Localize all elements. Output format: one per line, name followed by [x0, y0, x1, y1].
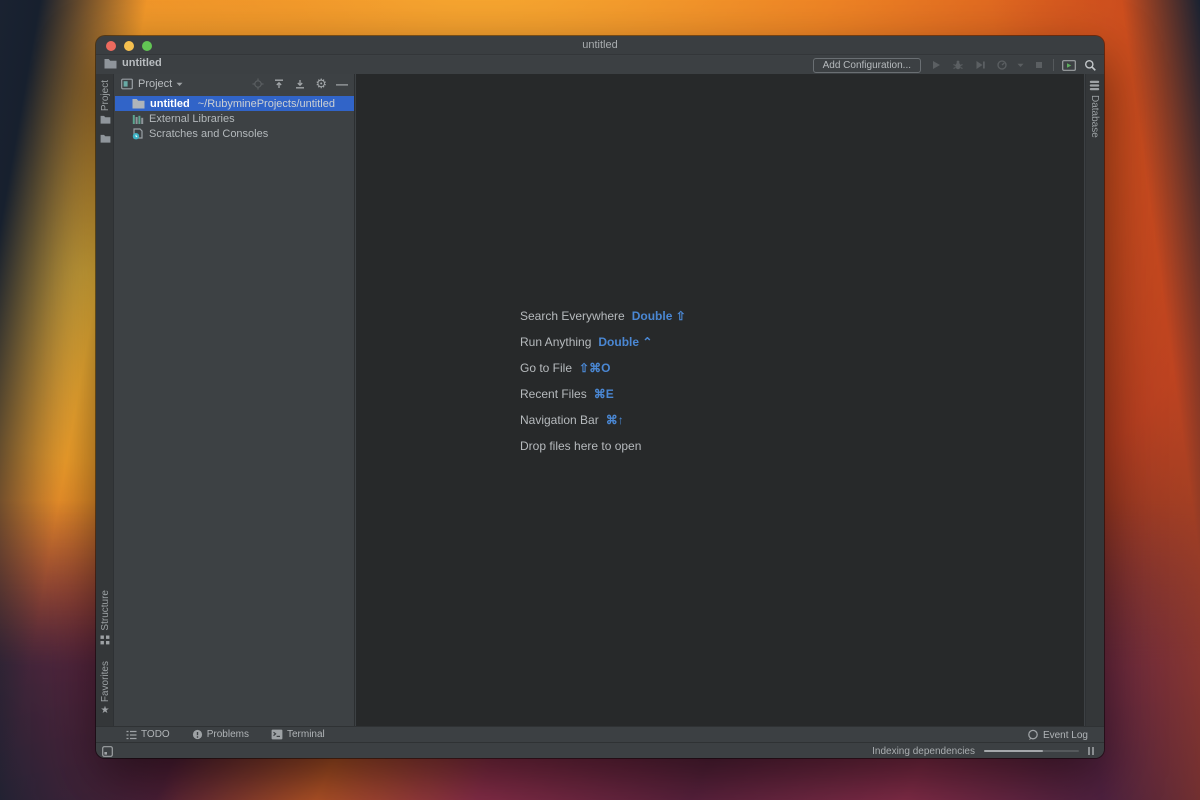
stop-icon[interactable]	[1031, 58, 1046, 72]
shortcut-row: Navigation Bar ⌘↑	[520, 407, 686, 433]
window-title: untitled	[582, 39, 618, 51]
toolwindow-tab-todo[interactable]: TODO	[126, 729, 170, 740]
toolwindow-tab-event-log[interactable]: Event Log	[1027, 727, 1088, 743]
breadcrumb[interactable]: untitled	[104, 57, 162, 69]
shortcut-keys: ⇧⌘O	[579, 361, 611, 375]
shortcut-row: Go to File ⇧⌘O	[520, 355, 686, 381]
main-area: Project Structure Favorites ★ Project ⚙ …	[96, 74, 1104, 726]
database-icon	[1089, 80, 1100, 91]
toolbar-separator	[1053, 59, 1054, 71]
toolwindow-tab-label: TODO	[141, 729, 170, 740]
tree-item-name: untitled	[150, 97, 190, 110]
project-view-icon	[121, 78, 133, 90]
toolwindow-tab-terminal[interactable]: Terminal	[271, 729, 325, 740]
profiler-icon[interactable]	[994, 58, 1009, 72]
database-tab-label: Database	[1089, 95, 1100, 138]
main-toolbar: untitled Add Configuration...	[96, 56, 1104, 74]
ide-window-icon[interactable]	[1061, 58, 1076, 72]
sidebar-tab-structure[interactable]: Structure	[100, 590, 111, 645]
project-panel-header: Project ⚙ —	[115, 74, 354, 94]
left-toolwindow-bar: Project Structure Favorites ★	[96, 74, 114, 726]
folder-icon	[100, 134, 111, 143]
folder-icon	[132, 98, 145, 109]
folder-icon	[104, 58, 117, 69]
indexing-progress-fill	[984, 750, 1043, 752]
shortcut-row: Search Everywhere Double ⇧	[520, 303, 686, 329]
toolwindow-tab-problems[interactable]: Problems	[192, 729, 249, 740]
tree-row-external-libraries[interactable]: External Libraries	[115, 111, 354, 126]
run-icon[interactable]	[928, 58, 943, 72]
tree-item-name: External Libraries	[149, 112, 235, 125]
toolwindow-tab-label: Terminal	[286, 729, 325, 740]
indexing-label: Indexing dependencies	[872, 745, 975, 757]
shortcut-keys: ⌘E	[593, 387, 614, 401]
project-toolwindow: Project ⚙ — untitled ~/RubymineProjects/…	[115, 74, 355, 726]
tree-row-untitled[interactable]: untitled ~/RubymineProjects/untitled	[115, 96, 354, 111]
shortcut-row: Run Anything Double ⌃	[520, 329, 686, 355]
run-with-coverage-icon[interactable]	[972, 58, 987, 72]
structure-tab-label: Structure	[99, 590, 111, 631]
add-configuration-button[interactable]: Add Configuration...	[812, 57, 921, 73]
project-tree: untitled ~/RubymineProjects/untitled Ext…	[115, 96, 354, 141]
pause-indexing-button[interactable]	[1088, 747, 1094, 755]
project-tab-label: Project	[99, 80, 111, 112]
favorites-tab-label: Favorites	[99, 660, 111, 702]
shortcut-label: Go to File	[520, 361, 573, 375]
status-bar: Indexing dependencies	[96, 742, 1104, 758]
star-icon: ★	[100, 705, 110, 716]
project-folder-icon	[100, 115, 111, 124]
shortcut-hints: Search Everywhere Double ⇧ Run Anything Do…	[520, 303, 686, 459]
library-icon	[132, 113, 144, 125]
toolwindow-tab-label: Event Log	[1042, 729, 1088, 741]
zoom-button[interactable]	[142, 41, 152, 51]
tree-item-name: Scratches and Consoles	[149, 127, 269, 140]
close-button[interactable]	[106, 41, 116, 51]
hide-panel-icon[interactable]: —	[336, 78, 348, 90]
debug-icon[interactable]	[950, 58, 965, 72]
locate-file-icon[interactable]	[252, 78, 264, 90]
indexing-progress-bar	[984, 750, 1079, 752]
shortcut-label: Navigation Bar	[520, 413, 599, 427]
terminal-icon	[271, 729, 283, 740]
tree-item-path: ~/RubymineProjects/untitled	[197, 97, 335, 110]
sidebar-tab-favorites[interactable]: Favorites ★	[100, 661, 111, 716]
shortcut-label: Recent Files	[520, 387, 587, 401]
shortcut-label: Search Everywhere	[520, 309, 625, 323]
event-log-icon	[1027, 729, 1039, 741]
shortcut-label: Run Anything	[520, 335, 592, 349]
project-panel-actions: ⚙ —	[252, 77, 348, 90]
rubymine-window: untitled untitled Add Configuration... P…	[96, 36, 1104, 758]
chevron-down-icon[interactable]	[176, 82, 183, 87]
collapse-all-icon[interactable]	[294, 78, 306, 90]
todo-list-icon	[126, 730, 137, 740]
shortcut-keys: Double ⌃	[598, 335, 653, 349]
breadcrumb-project-name: untitled	[122, 57, 162, 69]
structure-icon	[100, 635, 110, 645]
minimize-button[interactable]	[124, 41, 134, 51]
problems-icon	[192, 729, 203, 740]
drop-files-hint: Drop files here to open	[520, 439, 642, 453]
editor-area: Search Everywhere Double ⇧ Run Anything Do…	[356, 74, 1084, 726]
gear-icon[interactable]: ⚙	[315, 77, 327, 90]
profiler-dropdown-icon[interactable]	[1016, 58, 1024, 72]
traffic-lights	[106, 41, 152, 51]
toolwindow-toggle-icon[interactable]	[102, 746, 113, 757]
tree-row-scratches[interactable]: Scratches and Consoles	[115, 126, 354, 141]
sidebar-tab-database[interactable]: Database	[1089, 80, 1100, 138]
sidebar-tab-project[interactable]: Project	[100, 80, 111, 124]
shortcut-keys: ⌘↑	[605, 413, 624, 427]
toolwindow-tab-label: Problems	[206, 729, 249, 740]
expand-all-icon[interactable]	[273, 78, 285, 90]
titlebar: untitled	[96, 36, 1104, 55]
toolbar-actions: Add Configuration...	[812, 56, 1098, 74]
scratches-icon	[132, 127, 144, 140]
right-toolwindow-bar: Database	[1085, 74, 1104, 726]
bottom-toolwindow-bar: TODO Problems Terminal Event Log	[96, 726, 1104, 742]
shortcut-keys: Double ⇧	[631, 309, 686, 323]
project-panel-title[interactable]: Project	[138, 78, 172, 90]
shortcut-row: Recent Files ⌘E	[520, 381, 686, 407]
indexing-status: Indexing dependencies	[872, 743, 1094, 758]
search-everywhere-icon[interactable]	[1083, 58, 1098, 72]
